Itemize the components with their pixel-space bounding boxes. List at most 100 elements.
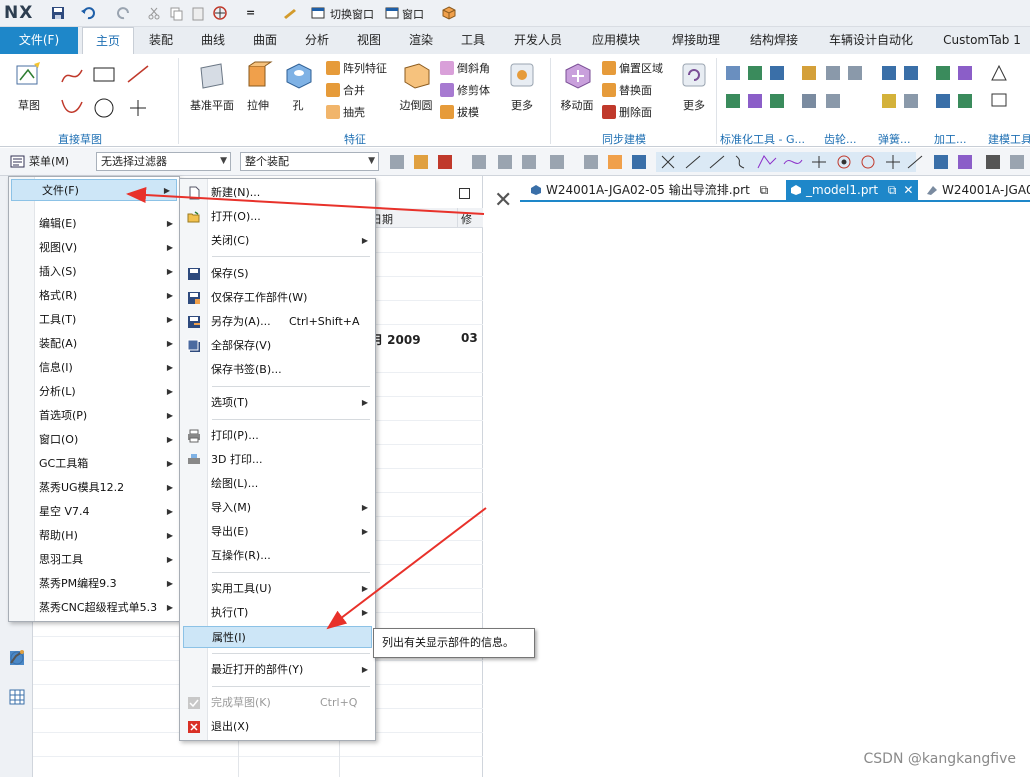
replace-face-button[interactable]: 替换面 [602, 82, 652, 98]
cut-icon[interactable] [146, 5, 162, 21]
pattern-feature-button[interactable]: 阵列特征 [326, 60, 387, 76]
hole-button[interactable]: 孔 [282, 60, 314, 113]
tab-assembly[interactable]: 装配 [138, 27, 184, 54]
tab-application[interactable]: 应用模块 [580, 27, 652, 54]
document-tab[interactable]: W24001A-JGA0 [922, 180, 1030, 200]
tab-developer[interactable]: 开发人员 [502, 27, 574, 54]
delete-icon[interactable] [212, 5, 228, 21]
extrude-button[interactable]: 拉伸 [240, 60, 276, 113]
touch-mode-icon[interactable] [282, 5, 298, 21]
trim-body-button[interactable]: 修剪体 [440, 82, 490, 98]
menu-item-format[interactable]: 格式(R) ▶ [9, 285, 179, 307]
menu-item-cnc-program-sheet[interactable]: 蒸秀CNC超级程式单5.3 ▶ [9, 597, 179, 619]
document-tab[interactable]: W24001A-JGA02-05 输出导流排.prt ⧉ [526, 180, 780, 200]
menu-item-tools[interactable]: 工具(T) ▶ [9, 309, 179, 331]
menu-item-save-work-part[interactable]: 仅保存工作部件(W) [180, 287, 375, 309]
sketch-button[interactable]: 草图 [8, 60, 50, 113]
undo-icon[interactable] [80, 5, 96, 21]
menu-item-exit[interactable]: 退出(X) [180, 716, 375, 738]
redo-icon[interactable] [116, 5, 132, 21]
menu-item-options[interactable]: 选项(T) ▶ [180, 392, 375, 414]
menu-item-information[interactable]: 信息(I) ▶ [9, 357, 179, 379]
snap-point-toolbar[interactable] [388, 152, 1028, 172]
menu-item-analysis[interactable]: 分析(L) ▶ [9, 381, 179, 403]
menu-item-xingkong[interactable]: 星空 V7.4 ▶ [9, 501, 179, 523]
copy-icon[interactable] [168, 5, 184, 21]
menu-item-interop[interactable]: 互操作(R)... [180, 545, 375, 567]
close-tab-icon[interactable]: ✕ [903, 183, 913, 197]
move-face-button[interactable]: 移动面 [556, 60, 598, 113]
more-features-button[interactable]: 更多 [504, 60, 540, 113]
paste-icon[interactable] [190, 5, 206, 21]
tab-curve[interactable]: 曲线 [190, 27, 236, 54]
menu-item-export[interactable]: 导出(E) ▶ [180, 521, 375, 543]
tab-render[interactable]: 渲染 [398, 27, 444, 54]
shell-button[interactable]: 抽壳 [326, 104, 365, 120]
tab-welding-assistant[interactable]: 焊接助理 [660, 27, 732, 54]
save-icon[interactable] [50, 5, 66, 21]
column-header-modified[interactable]: 修 [461, 211, 472, 227]
tab-home[interactable]: 主页 [82, 27, 134, 54]
switch-window-button[interactable]: 切换窗口 [330, 6, 374, 22]
window-menu-button[interactable]: 窗口 [402, 6, 424, 22]
more-sync-button[interactable]: 更多 [676, 60, 712, 113]
tab-structure-welding[interactable]: 结构焊接 [738, 27, 810, 54]
menu-item-execute[interactable]: 执行(T) ▶ [180, 602, 375, 624]
maximize-icon[interactable] [459, 188, 470, 199]
external-link-icon[interactable]: ⧉ [760, 183, 769, 197]
menu-item-insert[interactable]: 插入(S) ▶ [9, 261, 179, 283]
menu-item-plot[interactable]: 绘图(L)... [180, 473, 375, 495]
external-link-icon[interactable]: ⧉ [888, 183, 897, 197]
tab-analysis[interactable]: 分析 [294, 27, 340, 54]
offset-region-button[interactable]: 偏置区域 [602, 60, 663, 76]
cube-view-icon[interactable] [441, 5, 457, 21]
menu-item-open[interactable]: 打开(O)... [180, 206, 375, 228]
menu-item-save-bookmark[interactable]: 保存书签(B)... [180, 359, 375, 381]
robot-icon[interactable] [8, 648, 26, 666]
selection-scope-dropdown[interactable]: 整个装配 ▼ [240, 152, 379, 171]
tab-tools[interactable]: 工具 [450, 27, 496, 54]
window-icon[interactable] [384, 5, 400, 21]
menu-item-assembly[interactable]: 装配(A) ▶ [9, 333, 179, 355]
chamfer-button[interactable]: 倒斜角 [440, 60, 490, 76]
menu-button[interactable]: 菜单(M) [8, 152, 84, 171]
edge-blend-button[interactable]: 边倒圆 [396, 60, 436, 113]
draft-button[interactable]: 拔模 [440, 104, 479, 120]
menu-item-save-all[interactable]: 全部保存(V) [180, 335, 375, 357]
menu-item-close[interactable]: 关闭(C) ▶ [180, 230, 375, 252]
command-finder-icon[interactable]: = [246, 6, 255, 19]
menu-item-ug-mold[interactable]: 蒸秀UG模具12.2 ▶ [9, 477, 179, 499]
menu-item-new[interactable]: 新建(N)... [180, 182, 375, 204]
plugin-tool-icons[interactable] [722, 62, 1022, 122]
delete-face-button[interactable]: 删除面 [602, 104, 652, 120]
menu-item-gc-toolbox[interactable]: GC工具箱 ▶ [9, 453, 179, 475]
table-icon[interactable] [8, 688, 26, 706]
tab-vehicle-design[interactable]: 车辆设计自动化 [816, 27, 926, 54]
menu-item-utilities[interactable]: 实用工具(U) ▶ [180, 578, 375, 600]
selection-filter-dropdown[interactable]: 无选择过滤器 ▼ [96, 152, 231, 171]
menu-item-view[interactable]: 视图(V) ▶ [9, 237, 179, 259]
menu-item-pm-programming[interactable]: 蒸秀PM编程9.3 ▶ [9, 573, 179, 595]
tab-custom-1[interactable]: CustomTab 1 [934, 27, 1030, 54]
tab-view[interactable]: 视图 [346, 27, 392, 54]
unite-button[interactable]: 合并 [326, 82, 365, 98]
tab-surface[interactable]: 曲面 [242, 27, 288, 54]
close-icon[interactable]: ✕ [494, 188, 512, 213]
menu-item-siyu-tools[interactable]: 思羽工具 ▶ [9, 549, 179, 571]
menu-item-edit[interactable]: 编辑(E) ▶ [9, 213, 179, 235]
menu-item-help[interactable]: 帮助(H) ▶ [9, 525, 179, 547]
menu-item-file[interactable]: 文件(F) ▶ [11, 179, 177, 201]
menu-item-preferences[interactable]: 首选项(P) ▶ [9, 405, 179, 427]
sketch-curve-tools[interactable] [60, 62, 160, 124]
tab-file[interactable]: 文件(F) [0, 27, 78, 54]
menu-item-print[interactable]: 打印(P)... [180, 425, 375, 447]
document-tab-active[interactable]: _model1.prt ⧉ ✕ [786, 180, 918, 200]
menu-item-properties[interactable]: 属性(I) [183, 626, 372, 648]
menu-item-3d-print[interactable]: 3D 打印... [180, 449, 375, 471]
switch-window-icon[interactable] [310, 5, 326, 21]
menu-item-save-as[interactable]: 另存为(A)... Ctrl+Shift+A [180, 311, 375, 333]
datum-plane-button[interactable]: 基准平面 [188, 60, 236, 113]
menu-item-recent-parts[interactable]: 最近打开的部件(Y) ▶ [180, 659, 375, 681]
menu-item-import[interactable]: 导入(M) ▶ [180, 497, 375, 519]
menu-item-window[interactable]: 窗口(O) ▶ [9, 429, 179, 451]
